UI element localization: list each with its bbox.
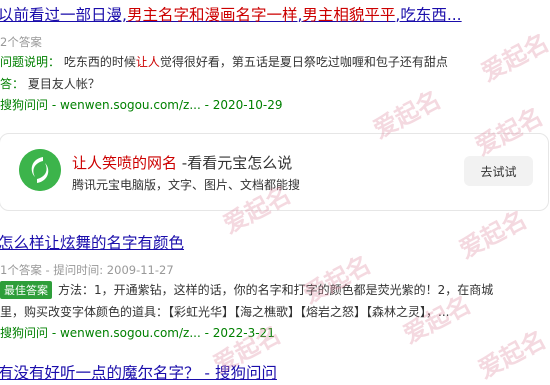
result-2-answer-line-1: 最佳答案 方法：1，开通紫钻，这样的话，你的名字和打字的颜色都是荧光紫的！2，在商… (0, 281, 493, 299)
ad-title-rest: -看看元宝怎么说 (177, 154, 293, 172)
result-1-answer-count: 2个答案 (0, 35, 42, 49)
question-label: 问题说明： (0, 55, 61, 69)
result-2-title[interactable]: 怎么样让炫舞的名字有颜色 (0, 231, 184, 253)
result-3-title[interactable]: 有没有好听一点的魔尔名字？ - 搜狗问问 (0, 361, 277, 383)
watermark: 爱起名 (476, 28, 550, 87)
watermark: 爱起名 (473, 325, 550, 384)
answer-text: 方法：1，开通紫钻，这样的话，你的名字和打字的颜色都是荧光紫的！2，在商城 (58, 283, 494, 297)
title-highlight: 男主相貌平平 (302, 6, 396, 24)
title-part: 以前看过一部日漫, (0, 6, 127, 24)
ad-card-title[interactable]: 让人笑喷的网名 -看看元宝怎么说 (72, 152, 292, 173)
title-part: ,吃东西... (395, 6, 462, 24)
result-2-meta: 1个答案 - 提问时间: 2009-11-27 (0, 263, 174, 277)
result-1-answer: 答： 夏目友人帐？ (0, 75, 100, 92)
ad-card-subtitle: 腾讯元宝电脑版，文字、图片、文档都能搜 (72, 178, 301, 192)
best-answer-badge: 最佳答案 (0, 281, 52, 299)
question-text: 觉得很好看，第五话是夏日祭吃过咖喱和包子还有甜点 (159, 55, 448, 69)
title-highlight: 男主名字和漫画名字一样 (126, 6, 298, 24)
result-2-answer-line-2: 里，购买改变字体颜色的道具：【彩虹光华】【海之樵歌】【熔岩之怒】【森林之灵】，.… (0, 305, 450, 319)
result-2-source-link[interactable]: 搜狗问问 - wenwen.sogou.com/z... - 2022-3-21 (0, 324, 275, 341)
result-1-question: 问题说明： 吃东西的时候让人觉得很好看，第五话是夏日祭吃过咖喱和包子还有甜点 (0, 53, 448, 70)
yuanbao-logo-icon (19, 149, 61, 191)
watermark: 爱起名 (298, 250, 376, 309)
answer-label: 答： (0, 77, 25, 91)
result-1-title[interactable]: 以前看过一部日漫,男主名字和漫画名字一样,男主相貌平平,吃东西... (0, 3, 462, 25)
question-text: 吃东西的时候 (63, 55, 136, 69)
question-highlight: 让人 (135, 55, 160, 69)
answer-text: 夏目友人帐？ (27, 77, 100, 91)
result-1-source-link[interactable]: 搜狗问问 - wenwen.sogou.com/z... - 2020-10-2… (0, 96, 282, 113)
ad-title-highlight: 让人笑喷的网名 (72, 154, 178, 172)
try-it-button[interactable]: 去试试 (464, 156, 533, 186)
